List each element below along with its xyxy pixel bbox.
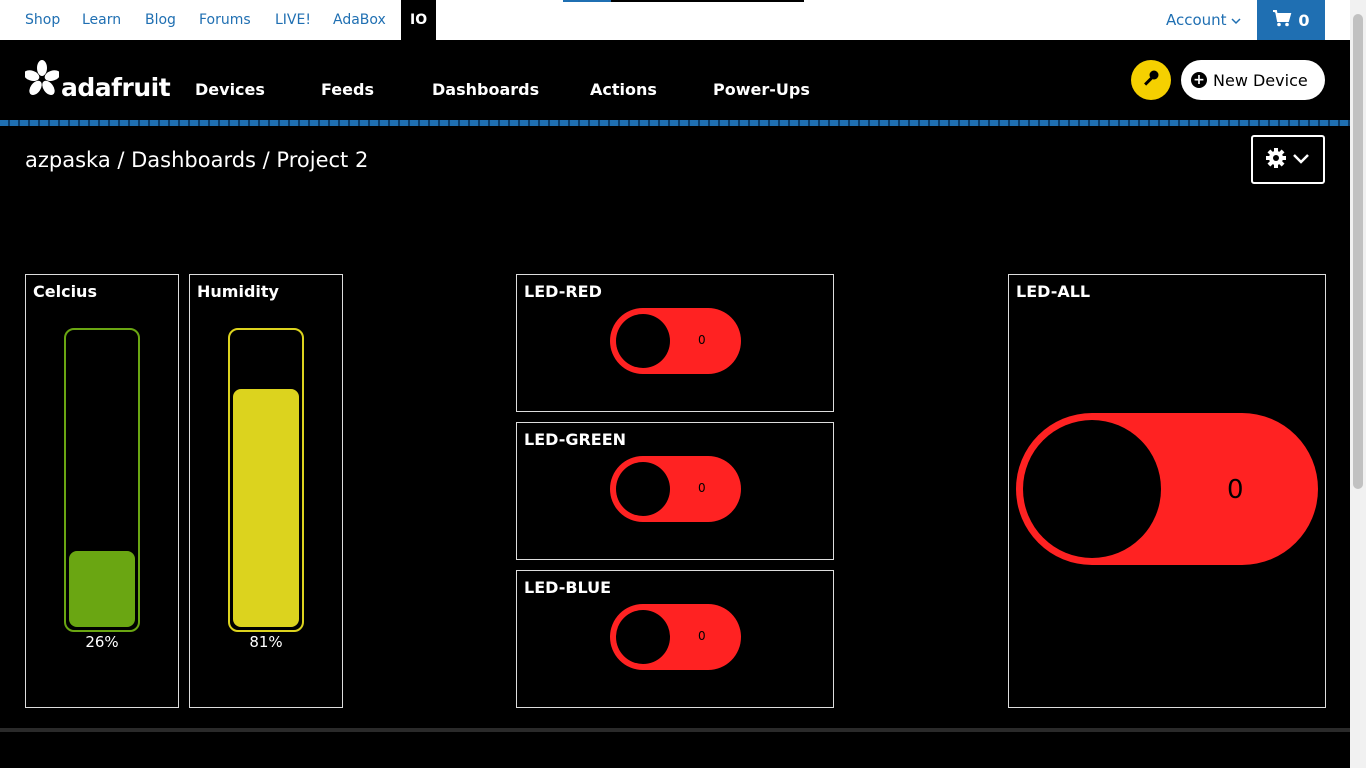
account-label: Account bbox=[1166, 11, 1227, 29]
cart-icon bbox=[1272, 9, 1292, 31]
led-green-block: LED-GREEN 0 bbox=[516, 422, 834, 560]
plus-icon: + bbox=[1191, 72, 1207, 88]
toggle-knob bbox=[616, 462, 670, 516]
new-device-button[interactable]: + New Device bbox=[1181, 60, 1325, 100]
humidity-gauge-block[interactable]: Humidity 81% bbox=[189, 274, 343, 708]
top-link-blog[interactable]: Blog bbox=[145, 0, 176, 40]
led-blue-block: LED-BLUE 0 bbox=[516, 570, 834, 708]
led-all-block: LED-ALL 0 bbox=[1008, 274, 1326, 708]
led-blue-toggle[interactable]: 0 bbox=[610, 604, 741, 670]
toggle-value: 0 bbox=[1227, 475, 1244, 505]
account-menu[interactable]: Account bbox=[1166, 0, 1241, 40]
celcius-value: 26% bbox=[85, 633, 119, 651]
block-title: Humidity bbox=[197, 282, 279, 301]
toggle-value: 0 bbox=[698, 481, 706, 495]
block-title: Celcius bbox=[33, 282, 97, 301]
block-title: LED-GREEN bbox=[524, 430, 627, 449]
top-link-shop[interactable]: Shop bbox=[25, 0, 60, 40]
top-progress-line bbox=[611, 0, 804, 2]
top-link-live[interactable]: LIVE! bbox=[275, 0, 311, 40]
header-stripe bbox=[0, 120, 1350, 126]
toggle-knob bbox=[616, 314, 670, 368]
nav-dashboards[interactable]: Dashboards bbox=[432, 80, 539, 99]
top-link-learn[interactable]: Learn bbox=[82, 0, 121, 40]
top-link-forums[interactable]: Forums bbox=[199, 0, 251, 40]
toggle-value: 0 bbox=[698, 629, 706, 643]
celcius-gauge-block[interactable]: Celcius 26% bbox=[25, 274, 179, 708]
toggle-knob bbox=[1023, 420, 1161, 558]
key-icon bbox=[1141, 68, 1161, 92]
block-title: LED-RED bbox=[524, 282, 602, 301]
scrollbar-thumb[interactable] bbox=[1353, 14, 1363, 489]
new-device-label: New Device bbox=[1213, 70, 1308, 90]
adafruit-logo[interactable]: adafruit bbox=[23, 60, 171, 102]
toggle-value: 0 bbox=[698, 333, 706, 347]
top-progress-accent bbox=[563, 0, 611, 2]
top-link-adabox[interactable]: AdaBox bbox=[333, 0, 386, 40]
celcius-gauge-fill bbox=[69, 551, 135, 627]
block-title: LED-BLUE bbox=[524, 578, 612, 597]
led-red-block: LED-RED 0 bbox=[516, 274, 834, 412]
gear-icon bbox=[1266, 147, 1286, 172]
toggle-knob bbox=[616, 610, 670, 664]
humidity-gauge-fill bbox=[233, 389, 299, 627]
chevron-down-icon bbox=[1292, 150, 1310, 169]
key-button[interactable] bbox=[1131, 60, 1171, 100]
top-link-io[interactable]: IO bbox=[401, 0, 437, 40]
cart-count: 0 bbox=[1298, 10, 1310, 30]
nav-power-ups[interactable]: Power-Ups bbox=[713, 80, 810, 99]
dashboard-settings-button[interactable] bbox=[1251, 135, 1325, 184]
cart-button[interactable]: 0 bbox=[1257, 0, 1325, 40]
flower-logo-icon bbox=[23, 60, 61, 102]
logo-text: adafruit bbox=[61, 73, 171, 102]
led-all-toggle[interactable]: 0 bbox=[1016, 413, 1318, 565]
footer-divider bbox=[0, 728, 1350, 732]
led-green-toggle[interactable]: 0 bbox=[610, 456, 741, 522]
humidity-gauge bbox=[228, 328, 304, 632]
nav-devices[interactable]: Devices bbox=[195, 80, 265, 99]
celcius-gauge bbox=[64, 328, 140, 632]
chevron-down-icon bbox=[1231, 11, 1241, 29]
nav-actions[interactable]: Actions bbox=[590, 80, 657, 99]
humidity-value: 81% bbox=[249, 633, 283, 651]
nav-feeds[interactable]: Feeds bbox=[321, 80, 374, 99]
led-red-toggle[interactable]: 0 bbox=[610, 308, 741, 374]
block-title: LED-ALL bbox=[1016, 282, 1091, 301]
breadcrumb: azpaska / Dashboards / Project 2 bbox=[25, 148, 369, 172]
